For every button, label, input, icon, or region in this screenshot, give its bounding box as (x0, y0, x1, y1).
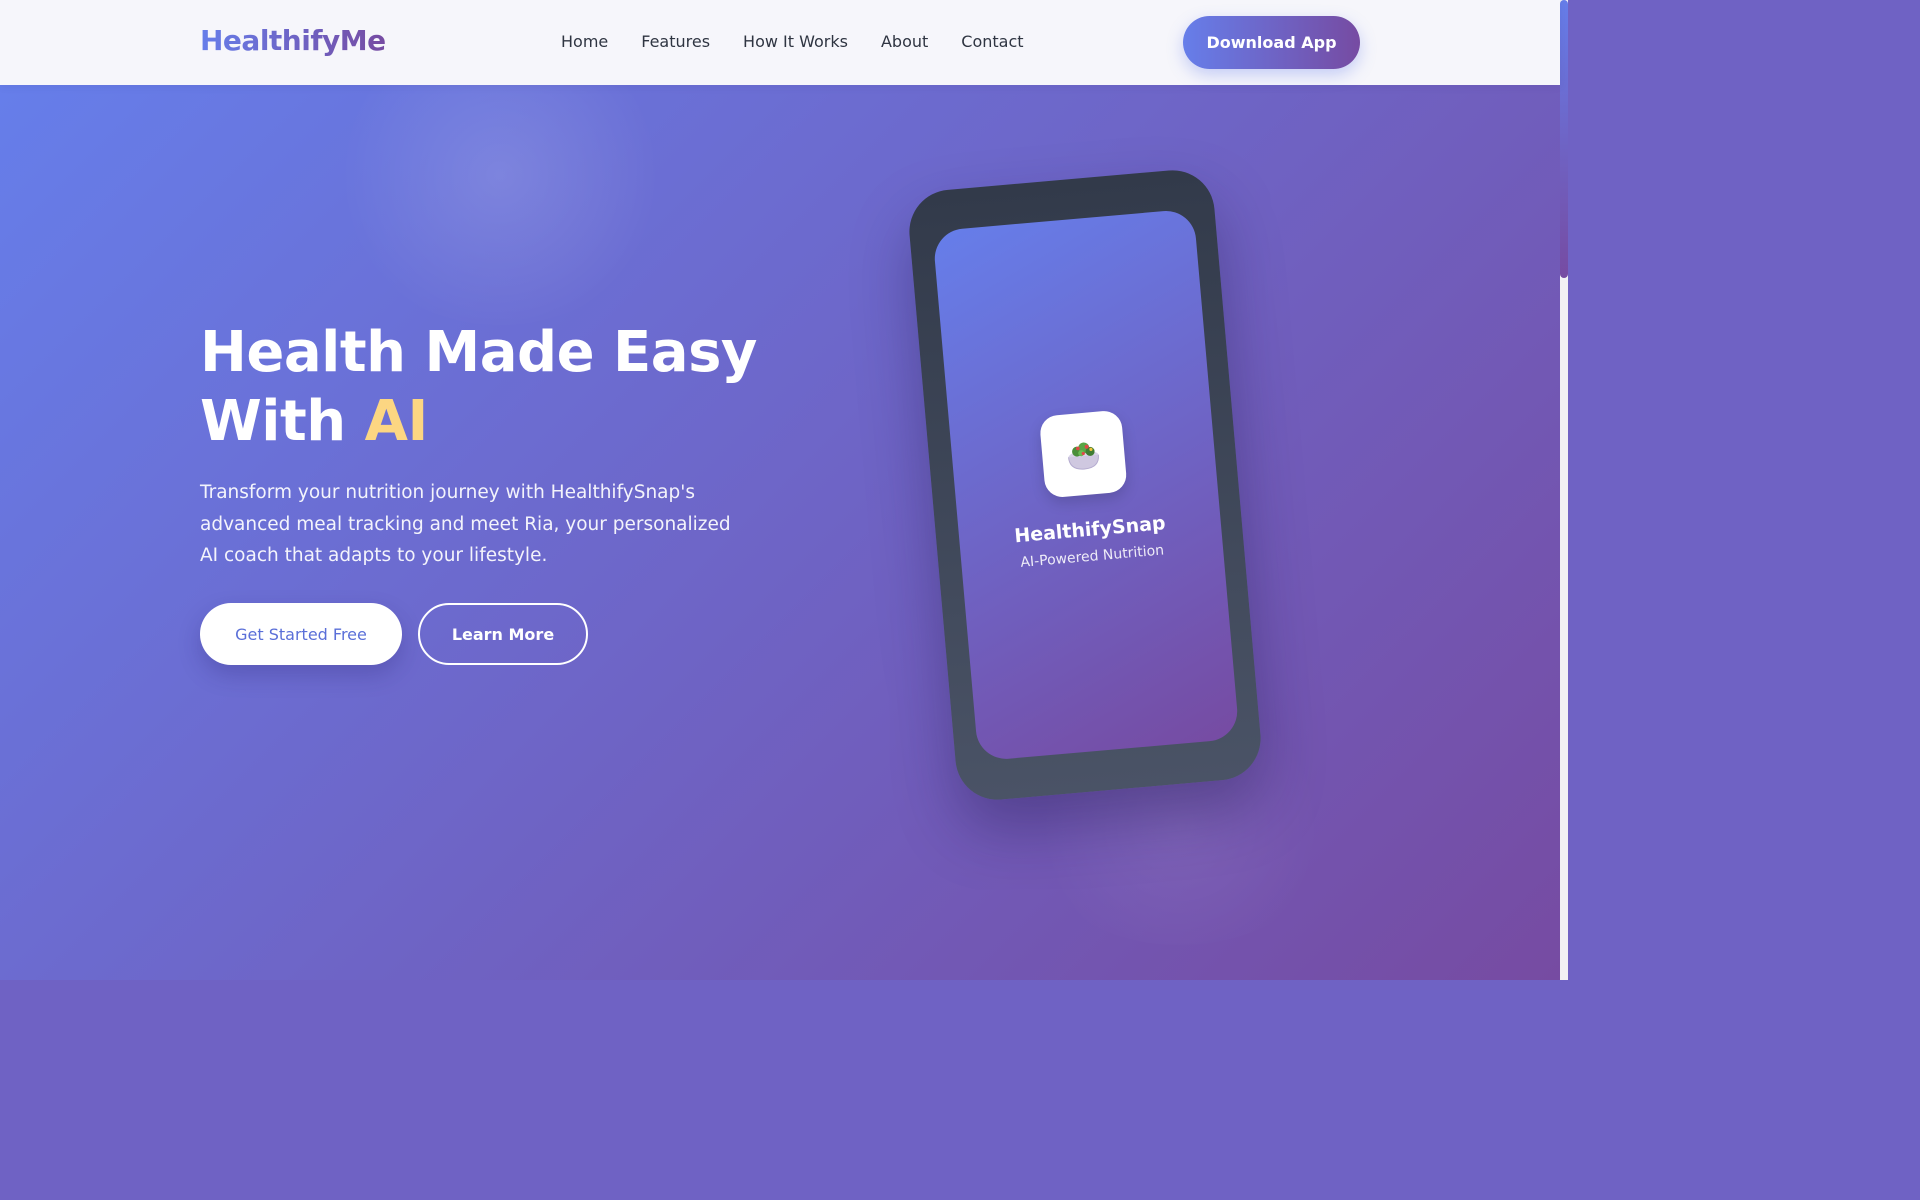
page: HealthifyMe Home Features How It Works A… (0, 0, 1568, 980)
scrollbar-thumb[interactable] (1560, 0, 1568, 278)
app-icon-tile (1038, 409, 1128, 499)
salad-bowl-icon (1068, 442, 1099, 470)
navbar: HealthifyMe Home Features How It Works A… (0, 0, 1560, 85)
nav-link-home[interactable]: Home (561, 32, 608, 51)
hero-section: Health Made Easy With AI Transform your … (0, 85, 1560, 980)
hero-title: Health Made Easy With AI (200, 318, 800, 456)
learn-more-button[interactable]: Learn More (418, 603, 588, 665)
decorative-glow (330, 85, 670, 325)
download-app-button[interactable]: Download App (1183, 16, 1360, 69)
hero-title-accent: AI (364, 389, 429, 454)
nav-links: Home Features How It Works About Contact (561, 32, 1024, 51)
phone-mockup: HealthifySnap AI-Powered Nutrition (905, 166, 1265, 804)
nav-link-how-it-works[interactable]: How It Works (743, 32, 848, 51)
get-started-button[interactable]: Get Started Free (200, 603, 402, 665)
nav-link-features[interactable]: Features (641, 32, 710, 51)
scrollbar[interactable] (1560, 0, 1568, 980)
nav-link-contact[interactable]: Contact (961, 32, 1023, 51)
hero-title-line2-prefix: With (200, 389, 365, 454)
phone-screen: HealthifySnap AI-Powered Nutrition (932, 208, 1240, 762)
nav-link-about[interactable]: About (881, 32, 928, 51)
brand-logo[interactable]: HealthifyMe (200, 24, 386, 57)
hero-description: Transform your nutrition journey with He… (200, 482, 731, 566)
hero-title-line1: Health Made Easy (200, 320, 757, 385)
